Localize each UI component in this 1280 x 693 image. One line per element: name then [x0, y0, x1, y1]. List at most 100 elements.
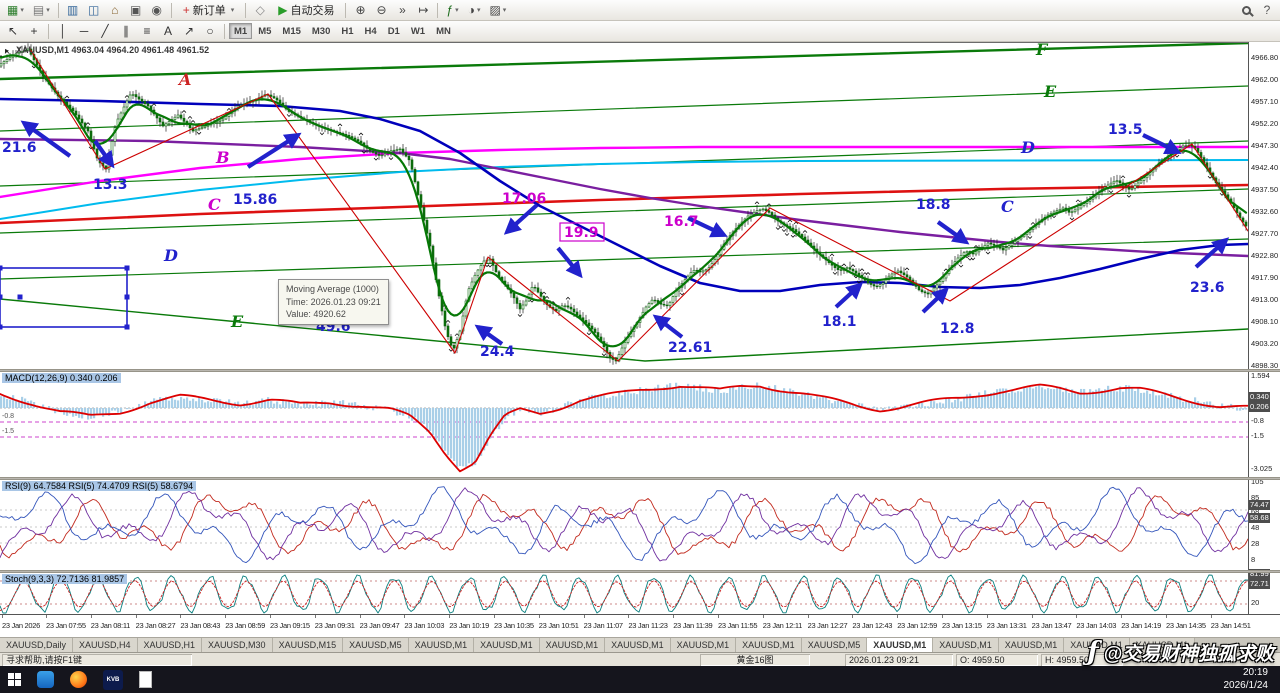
- templates-icon[interactable]: ▨▾: [485, 1, 510, 19]
- shapes-tool[interactable]: ○: [200, 22, 220, 40]
- annotation-label[interactable]: 24.4: [480, 344, 515, 360]
- annotation-label[interactable]: 22.61: [668, 340, 712, 356]
- metaeditor-icon[interactable]: ◇: [250, 1, 270, 19]
- vertical-line-tool[interactable]: │: [53, 22, 73, 40]
- fibonacci-tool[interactable]: ≡: [137, 22, 157, 40]
- text-tool[interactable]: A: [158, 22, 178, 40]
- chart-tab[interactable]: XAUUSD,H4: [73, 638, 138, 652]
- stochastic-canvas[interactable]: [0, 573, 1248, 615]
- browser-icon[interactable]: [37, 671, 54, 688]
- panel-divider[interactable]: [0, 570, 1280, 573]
- selection-handle[interactable]: [0, 295, 3, 300]
- market-watch-icon[interactable]: ▥: [63, 1, 83, 19]
- annotation-label[interactable]: C: [1001, 197, 1014, 216]
- chart-tab-active[interactable]: XAUUSD,M1: [867, 638, 933, 652]
- chart-shift-icon[interactable]: ↦: [413, 1, 433, 19]
- autotrading-button[interactable]: ▶自动交易: [271, 1, 341, 19]
- channel-tool[interactable]: ∥: [116, 22, 136, 40]
- annotation-label[interactable]: D: [163, 246, 178, 265]
- rsi-canvas[interactable]: [0, 480, 1248, 570]
- annotation-label[interactable]: F: [1035, 43, 1049, 59]
- chart-tab[interactable]: XAUUSD,M1: [736, 638, 802, 652]
- annotation-label[interactable]: E: [230, 312, 244, 331]
- timeframe-button-M1[interactable]: M1: [229, 23, 252, 39]
- start-button-icon[interactable]: [8, 673, 21, 686]
- chart-tab[interactable]: XAUUSD,M5: [802, 638, 868, 652]
- trendline-tool[interactable]: ╱: [95, 22, 115, 40]
- macd-canvas[interactable]: [0, 372, 1248, 477]
- chart-tab[interactable]: XAUUSD,H1: [138, 638, 203, 652]
- annotation-label[interactable]: 21.6: [2, 140, 37, 156]
- strategy-tester-icon[interactable]: ◉: [147, 1, 167, 19]
- annotation-arrow[interactable]: [836, 285, 860, 307]
- annotation-label[interactable]: C: [208, 195, 221, 214]
- chart-tab[interactable]: XAUUSD,M15: [273, 638, 344, 652]
- chart-tab[interactable]: XAUUSD,M1: [933, 638, 999, 652]
- taskbar-clock[interactable]: 20:19 2026/1/24: [1224, 667, 1273, 692]
- annotation-label[interactable]: 12.8: [940, 321, 975, 337]
- annotation-label[interactable]: 17.06: [502, 191, 546, 207]
- horizontal-line-tool[interactable]: ─: [74, 22, 94, 40]
- profiles-icon[interactable]: ▤▾: [29, 1, 54, 19]
- chart-type-icon[interactable]: ▦▾: [3, 1, 28, 19]
- timeframe-button-H1[interactable]: H1: [336, 23, 358, 39]
- annotation-label[interactable]: A: [177, 70, 191, 89]
- help-icon[interactable]: ?: [1257, 1, 1277, 19]
- price-panel[interactable]: 21.613.315.86ABCDE49.624.417.0619.916.72…: [0, 43, 1248, 369]
- navigator-icon[interactable]: ⌂: [105, 1, 125, 19]
- annotation-label[interactable]: 13.3: [93, 177, 128, 193]
- timeframe-button-H4[interactable]: H4: [360, 23, 382, 39]
- search-icon[interactable]: [1236, 1, 1256, 19]
- annotation-label[interactable]: D: [1020, 138, 1035, 157]
- selection-handle[interactable]: [0, 266, 3, 271]
- chart-tab[interactable]: XAUUSD,M1: [605, 638, 671, 652]
- indicators-icon[interactable]: ƒ▾: [442, 1, 462, 19]
- chart-tab[interactable]: XAUUSD,M5: [343, 638, 409, 652]
- annotation-label[interactable]: 16.7: [664, 214, 699, 230]
- timeframe-button-M5[interactable]: M5: [253, 23, 276, 39]
- document-app-icon[interactable]: [139, 671, 152, 688]
- annotation-arrow[interactable]: [507, 205, 537, 232]
- price-chart-canvas[interactable]: 21.613.315.86ABCDE49.624.417.0619.916.72…: [0, 43, 1248, 369]
- annotation-label[interactable]: E: [1043, 82, 1057, 101]
- kvb-app-icon[interactable]: KVB: [103, 670, 123, 690]
- annotation-arrow[interactable]: [938, 222, 966, 242]
- chart-tab[interactable]: XAUUSD,M1: [671, 638, 737, 652]
- periods-icon[interactable]: ◑▾: [464, 1, 485, 19]
- crosshair-tool[interactable]: +: [24, 22, 44, 40]
- zoom-in-icon[interactable]: ⊕: [350, 1, 370, 19]
- stochastic-panel[interactable]: Stoch(9,3,3) 72.7136 81.9857: [0, 573, 1248, 615]
- selection-handle[interactable]: [18, 295, 23, 300]
- timeframe-button-M30[interactable]: M30: [307, 23, 335, 39]
- annotation-label[interactable]: 18.1: [822, 314, 857, 330]
- annotation-label[interactable]: 13.5: [1108, 122, 1143, 138]
- timeframe-button-M15[interactable]: M15: [277, 23, 305, 39]
- new-order-button[interactable]: +新订单▾: [176, 1, 242, 19]
- arrows-tool[interactable]: ↗: [179, 22, 199, 40]
- annotation-label[interactable]: B: [215, 148, 230, 167]
- chart-tab[interactable]: XAUUSD,M30: [202, 638, 273, 652]
- data-window-icon[interactable]: ◫: [84, 1, 104, 19]
- selection-handle[interactable]: [125, 266, 130, 271]
- timeframe-button-W1[interactable]: W1: [406, 23, 430, 39]
- firefox-icon[interactable]: [70, 671, 87, 688]
- price-axis[interactable]: 4966.804962.004957.104952.204947.304942.…: [1248, 42, 1280, 614]
- one-click-trading-toggle[interactable]: ▸: [5, 46, 9, 55]
- terminal-icon[interactable]: ▣: [126, 1, 146, 19]
- annotation-label[interactable]: 23.6: [1190, 280, 1225, 296]
- cursor-tool[interactable]: ↖: [3, 22, 23, 40]
- selection-handle[interactable]: [125, 325, 130, 330]
- annotation-label[interactable]: 15.86: [233, 192, 277, 208]
- selection-handle[interactable]: [125, 295, 130, 300]
- chart-tab[interactable]: XAUUSD,M1: [474, 638, 540, 652]
- macd-panel[interactable]: MACD(12,26,9) 0.340 0.206 -0.8-1.5: [0, 372, 1248, 477]
- panel-divider[interactable]: [0, 369, 1280, 372]
- rsi-panel[interactable]: RSI(9) 64.7584 RSI(5) 74.4709 RSI(5) 58.…: [0, 480, 1248, 570]
- annotation-label[interactable]: 18.8: [916, 197, 951, 213]
- chart-tab[interactable]: XAUUSD,M1: [999, 638, 1065, 652]
- zoom-out-icon[interactable]: ⊖: [371, 1, 391, 19]
- chart-tab[interactable]: XAUUSD,Daily: [0, 638, 73, 652]
- selection-handle[interactable]: [0, 325, 3, 330]
- timeframe-button-D1[interactable]: D1: [383, 23, 405, 39]
- chart-tab[interactable]: XAUUSD,M1: [540, 638, 606, 652]
